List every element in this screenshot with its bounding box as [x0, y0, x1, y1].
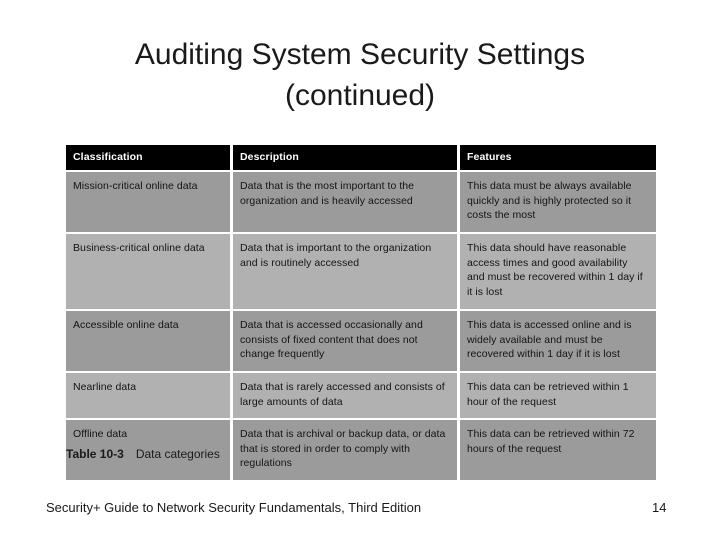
cell-features: This data should have reasonable access …	[460, 234, 656, 309]
slide-footer: Security+ Guide to Network Security Fund…	[0, 500, 720, 522]
cell-features: This data can be retrieved within 72 hou…	[460, 420, 656, 480]
column-header-classification: Classification	[66, 145, 230, 170]
cell-description: Data that is important to the organizati…	[233, 234, 457, 309]
cell-features: This data can be retrieved within 1 hour…	[460, 373, 656, 418]
table-row: Nearline data Data that is rarely access…	[66, 373, 656, 418]
column-header-features: Features	[460, 145, 656, 170]
page-title: Auditing System Security Settings (conti…	[40, 34, 680, 116]
cell-features: This data is accessed online and is wide…	[460, 311, 656, 371]
cell-features: This data must be always available quick…	[460, 172, 656, 232]
data-categories-table: Classification Description Features Miss…	[63, 143, 659, 482]
cell-description: Data that is accessed occasionally and c…	[233, 311, 457, 371]
page-title-line-2: (continued)	[284, 79, 436, 112]
table-row: Mission-critical online data Data that i…	[66, 172, 656, 232]
table-header-row: Classification Description Features	[66, 145, 656, 170]
footer-source-text: Security+ Guide to Network Security Fund…	[46, 500, 422, 515]
table-body: Mission-critical online data Data that i…	[66, 172, 656, 480]
table-header: Classification Description Features	[66, 145, 656, 170]
column-header-description: Description	[233, 145, 457, 170]
cell-classification: Mission-critical online data	[66, 172, 230, 232]
table-caption: Table 10-3 Data categories	[66, 447, 220, 461]
cell-classification: Nearline data	[66, 373, 230, 418]
cell-description: Data that is rarely accessed and consist…	[233, 373, 457, 418]
page-title-line-1: Auditing System Security Settings	[134, 38, 586, 71]
table-row: Accessible online data Data that is acce…	[66, 311, 656, 371]
cell-classification: Accessible online data	[66, 311, 230, 371]
table-row: Business-critical online data Data that …	[66, 234, 656, 309]
cell-description: Data that is the most important to the o…	[233, 172, 457, 232]
table-caption-text: Data categories	[135, 447, 220, 461]
cell-description: Data that is archival or backup data, or…	[233, 420, 457, 480]
table-caption-label: Table 10-3	[66, 447, 124, 461]
footer-page-number: 14	[652, 500, 667, 515]
data-categories-figure: Classification Description Features Miss…	[66, 143, 656, 482]
cell-classification: Business-critical online data	[66, 234, 230, 309]
